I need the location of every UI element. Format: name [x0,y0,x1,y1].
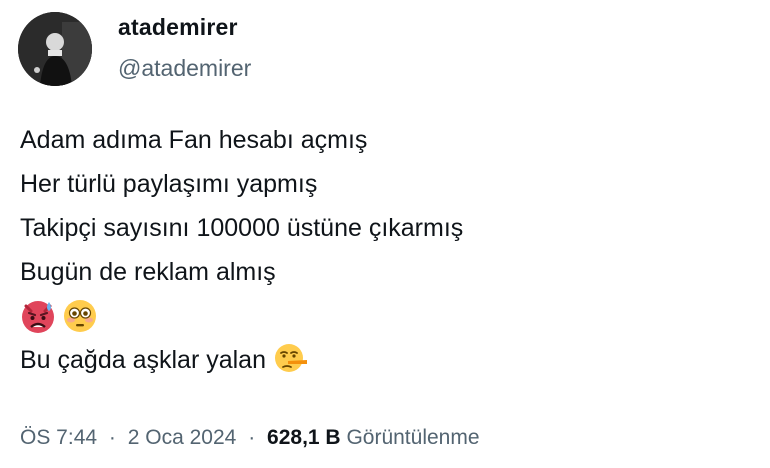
view-count: 628,1 B [267,426,341,449]
lying-face-emoji [274,341,308,375]
meta-separator: · [108,426,116,449]
tweet-line: Takipçi sayısını 100000 üstüne çıkarmış [20,214,464,242]
emoji-row [20,294,463,338]
angry-face-with-sweat-emoji [20,298,56,334]
tweet-line: Adam adıma Fan hesabı açmış [20,126,368,154]
tweet-time[interactable]: ÖS 7:44 [20,426,97,449]
avatar[interactable] [18,12,92,86]
flushed-face-emoji [62,298,98,334]
tweet-last-line: Bu çağda aşklar yalan [20,338,463,382]
tweet-meta: ÖS 7:44 · 2 Oca 2024 · 628,1 B Görüntüle… [20,426,480,450]
tweet-line: Bu çağda aşklar yalan [20,346,266,374]
tweet-body: Adam adıma Fan hesabı açmış Her türlü pa… [20,118,463,382]
tweet: atademirer @atademirer Adam adıma Fan he… [0,0,770,468]
tweet-line: Her türlü paylaşımı yapmış [20,170,318,198]
tweet-date[interactable]: 2 Oca 2024 [128,426,237,449]
tweet-line: Bugün de reklam almış [20,258,276,286]
view-count-label: Görüntülenme [346,426,480,449]
avatar-photo [18,12,92,86]
meta-separator: · [248,426,256,449]
author-handle[interactable]: @atademirer [118,55,251,82]
author-display-name[interactable]: atademirer [118,14,238,41]
